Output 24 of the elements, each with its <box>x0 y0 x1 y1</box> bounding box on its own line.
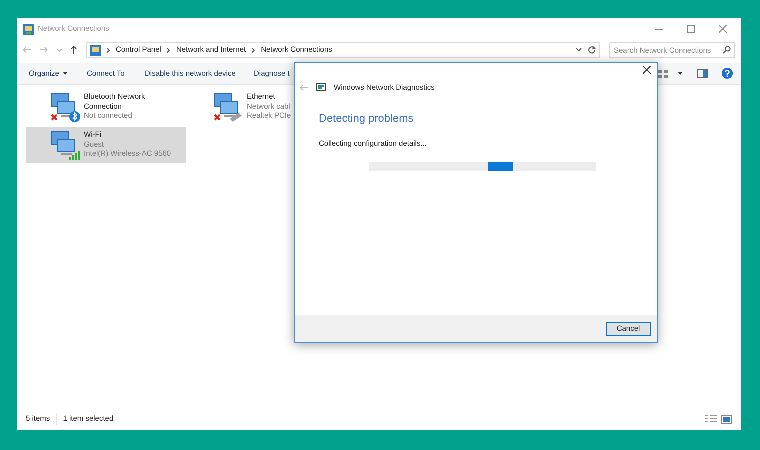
details-view-icon[interactable] <box>705 414 717 424</box>
caret-icon[interactable] <box>576 48 582 52</box>
help-icon[interactable] <box>722 68 733 79</box>
dialog-heading: Detecting problems <box>319 112 414 128</box>
chevron-icon[interactable] <box>107 48 110 52</box>
maximize-icon[interactable] <box>687 25 695 33</box>
preview-pane-icon[interactable] <box>697 69 708 78</box>
control-panel-icon <box>90 44 101 56</box>
search-icon <box>723 46 731 54</box>
network-folder-icon <box>23 24 34 34</box>
view-options-icon[interactable] <box>658 70 668 78</box>
network-adapter-icon <box>50 92 80 122</box>
refresh-icon[interactable] <box>588 46 596 54</box>
minimize-icon[interactable] <box>655 28 663 30</box>
network-diagnostics-icon <box>316 83 326 92</box>
network-adapter-icon <box>213 92 243 122</box>
close-icon[interactable] <box>643 66 651 74</box>
chevron-icon[interactable] <box>167 48 170 52</box>
chevron-icon[interactable] <box>252 48 256 52</box>
large-icons-view-icon[interactable] <box>721 414 732 424</box>
network-adapter-icon <box>50 130 80 160</box>
caret-icon[interactable] <box>678 72 683 75</box>
up-arrow-icon[interactable] <box>71 46 77 54</box>
progress-chunk <box>488 162 513 171</box>
